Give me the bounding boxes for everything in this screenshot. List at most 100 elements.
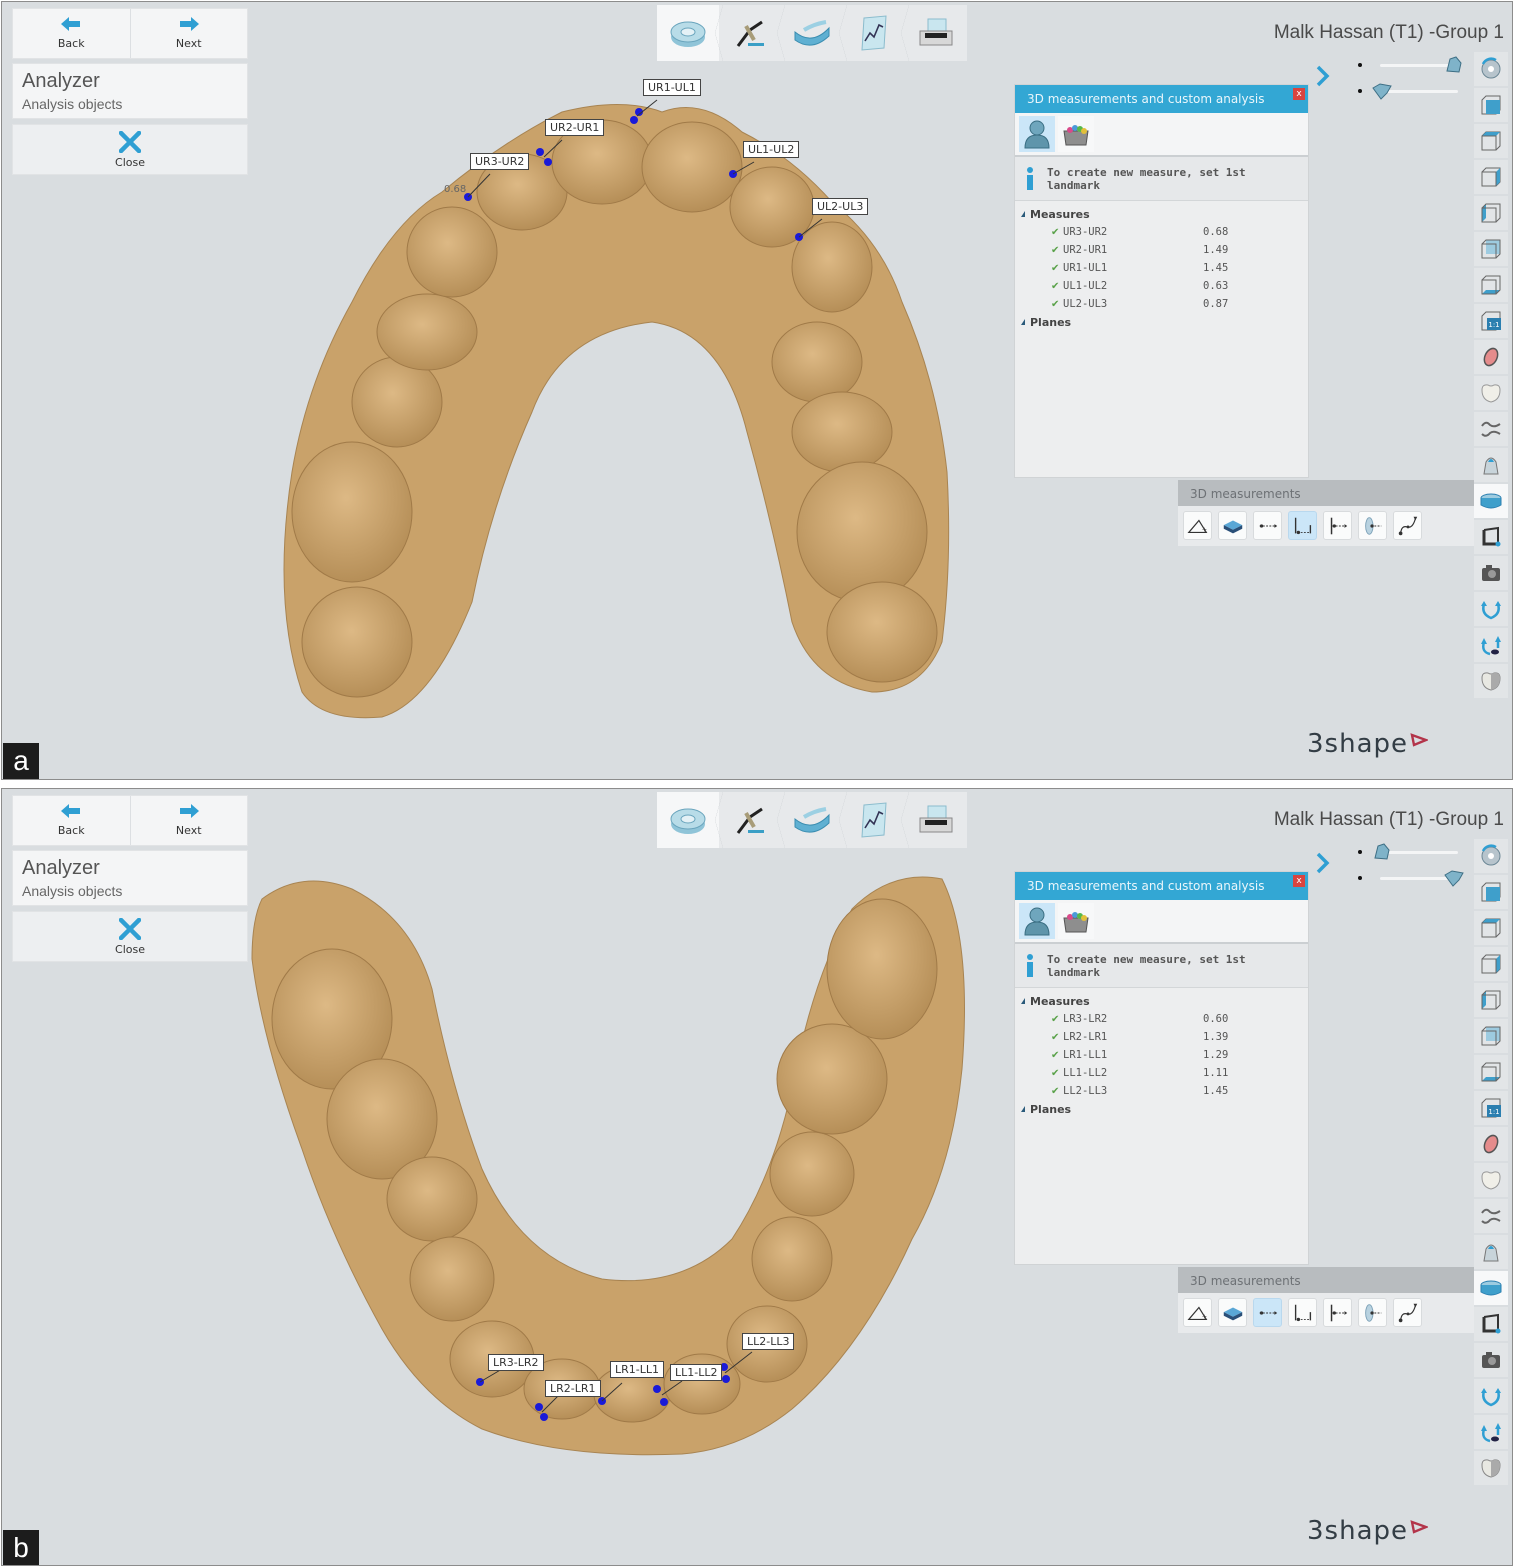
model-label[interactable]: LL2-LL3 (742, 1333, 795, 1350)
point-to-plane-button[interactable] (1358, 511, 1387, 540)
view-top-button[interactable] (1474, 911, 1508, 945)
model-label[interactable]: UL1-UL2 (743, 141, 800, 158)
rotate-button[interactable] (1474, 1379, 1508, 1413)
close-button[interactable]: Close (12, 911, 248, 962)
view-bottom-button[interactable] (1474, 1055, 1508, 1089)
tab-measures[interactable] (1019, 116, 1055, 152)
measure-row[interactable]: ✔ LR2-LR1 1.39 (1021, 1028, 1308, 1046)
panel-close-button[interactable]: x (1293, 88, 1305, 100)
view-bottom-button[interactable] (1474, 268, 1508, 302)
occlusion-button[interactable] (1474, 412, 1508, 446)
view-right-button[interactable] (1474, 160, 1508, 194)
measure-row[interactable]: ✔ UR1-UL1 1.45 (1021, 259, 1308, 277)
measure-row[interactable]: ✔ UL1-UL2 0.63 (1021, 277, 1308, 295)
cusp-button[interactable] (1474, 448, 1508, 482)
workflow-step-scan[interactable] (657, 5, 723, 61)
tab-custom-analysis[interactable] (1058, 116, 1094, 152)
angle-tool-button[interactable]: + (1183, 1298, 1212, 1327)
workflow-step-cut[interactable] (719, 5, 785, 61)
planes-group-toggle[interactable]: Planes (1021, 1100, 1308, 1118)
next-button[interactable]: Next (129, 796, 248, 845)
rotate-view-button[interactable] (1474, 1415, 1508, 1449)
measure-row[interactable]: ✔ UR2-UR1 1.49 (1021, 241, 1308, 259)
measures-group-toggle[interactable]: Measures (1021, 205, 1308, 223)
measure-tool-button[interactable] (1474, 484, 1508, 518)
transparency-button[interactable] (1474, 340, 1508, 374)
upper-jaw-thumb-icon[interactable] (1444, 55, 1464, 75)
perpendicular-distance-button[interactable] (1288, 1298, 1317, 1327)
point-to-plane-button[interactable] (1358, 1298, 1387, 1327)
model-shading-button[interactable] (1474, 1451, 1508, 1485)
back-button[interactable]: Back (13, 9, 130, 58)
angle-tool-button[interactable]: + (1183, 511, 1212, 540)
curve-length-button[interactable] (1393, 1298, 1422, 1327)
measure-row[interactable]: ✔ LR3-LR2 0.60 (1021, 1010, 1308, 1028)
model-label[interactable]: LL1-LL2 (670, 1364, 723, 1381)
measure-row[interactable]: ✔ LR1-LL1 1.29 (1021, 1046, 1308, 1064)
section-button[interactable] (1474, 1307, 1508, 1341)
workflow-step-print[interactable] (905, 792, 967, 848)
view-reset-button[interactable] (1474, 839, 1508, 873)
plane-tool-button[interactable] (1218, 1298, 1247, 1327)
next-button[interactable]: Next (129, 9, 248, 58)
view-reset-button[interactable] (1474, 52, 1508, 86)
view-front-button[interactable] (1474, 875, 1508, 909)
view-actual-size-button[interactable]: 1:1 (1474, 1091, 1508, 1125)
expand-panel-chevron-icon[interactable] (1314, 64, 1332, 88)
perpendicular-distance-button[interactable] (1288, 511, 1317, 540)
workflow-step-analyze[interactable] (843, 792, 909, 848)
tab-custom-analysis[interactable] (1058, 903, 1094, 939)
point-to-line-button[interactable] (1323, 1298, 1352, 1327)
measure-tool-button[interactable] (1474, 1271, 1508, 1305)
tab-measures[interactable] (1019, 903, 1055, 939)
point-to-line-button[interactable] (1323, 511, 1352, 540)
lower-jaw-thumb-icon[interactable] (1372, 81, 1392, 101)
section-button[interactable] (1474, 520, 1508, 554)
expand-panel-chevron-icon[interactable] (1314, 851, 1332, 875)
measures-group-toggle[interactable]: Measures (1021, 992, 1308, 1010)
measure-row[interactable]: ✔ LL2-LL3 1.45 (1021, 1082, 1308, 1100)
transparency-slider-upper[interactable] (1358, 842, 1462, 862)
upper-jaw-thumb-icon[interactable] (1372, 842, 1392, 862)
distance-tool-button[interactable] (1253, 511, 1282, 540)
view-front-button[interactable] (1474, 88, 1508, 122)
view-left-button[interactable] (1474, 983, 1508, 1017)
model-label[interactable]: LR2-LR1 (545, 1380, 601, 1397)
model-shading-button[interactable] (1474, 664, 1508, 698)
transparency-button[interactable] (1474, 1127, 1508, 1161)
tooth-button[interactable] (1474, 376, 1508, 410)
cusp-button[interactable] (1474, 1235, 1508, 1269)
snapshot-button[interactable] (1474, 556, 1508, 590)
curve-length-button[interactable] (1393, 511, 1422, 540)
workflow-step-print[interactable] (905, 5, 967, 61)
measure-row[interactable]: ✔ LL1-LL2 1.11 (1021, 1064, 1308, 1082)
transparency-slider-lower[interactable] (1358, 868, 1464, 888)
measure-row[interactable]: ✔ UL2-UL3 0.87 (1021, 295, 1308, 313)
close-button[interactable]: Close (12, 124, 248, 175)
transparency-slider-upper[interactable] (1358, 55, 1464, 75)
workflow-step-model[interactable] (781, 792, 847, 848)
model-label[interactable]: UR2-UR1 (545, 119, 605, 136)
workflow-step-model[interactable] (781, 5, 847, 61)
transparency-slider-lower[interactable] (1358, 81, 1462, 101)
planes-group-toggle[interactable]: Planes (1021, 313, 1308, 331)
distance-tool-button[interactable] (1253, 1298, 1282, 1327)
workflow-step-analyze[interactable] (843, 5, 909, 61)
model-label[interactable]: UR1-UL1 (643, 79, 701, 96)
rotate-button[interactable] (1474, 592, 1508, 626)
workflow-step-scan[interactable] (657, 792, 723, 848)
snapshot-button[interactable] (1474, 1343, 1508, 1377)
back-button[interactable]: Back (13, 796, 130, 845)
model-label[interactable]: LR3-LR2 (488, 1354, 544, 1371)
plane-tool-button[interactable] (1218, 511, 1247, 540)
lower-jaw-thumb-icon[interactable] (1444, 868, 1464, 888)
panel-close-button[interactable]: x (1293, 875, 1305, 887)
tooth-button[interactable] (1474, 1163, 1508, 1197)
measure-row[interactable]: ✔ UR3-UR2 0.68 (1021, 223, 1308, 241)
occlusion-button[interactable] (1474, 1199, 1508, 1233)
model-label[interactable]: LR1-LL1 (610, 1361, 664, 1378)
model-label[interactable]: UR3-UR2 (470, 153, 530, 170)
view-back-button[interactable] (1474, 1019, 1508, 1053)
view-back-button[interactable] (1474, 232, 1508, 266)
view-left-button[interactable] (1474, 196, 1508, 230)
